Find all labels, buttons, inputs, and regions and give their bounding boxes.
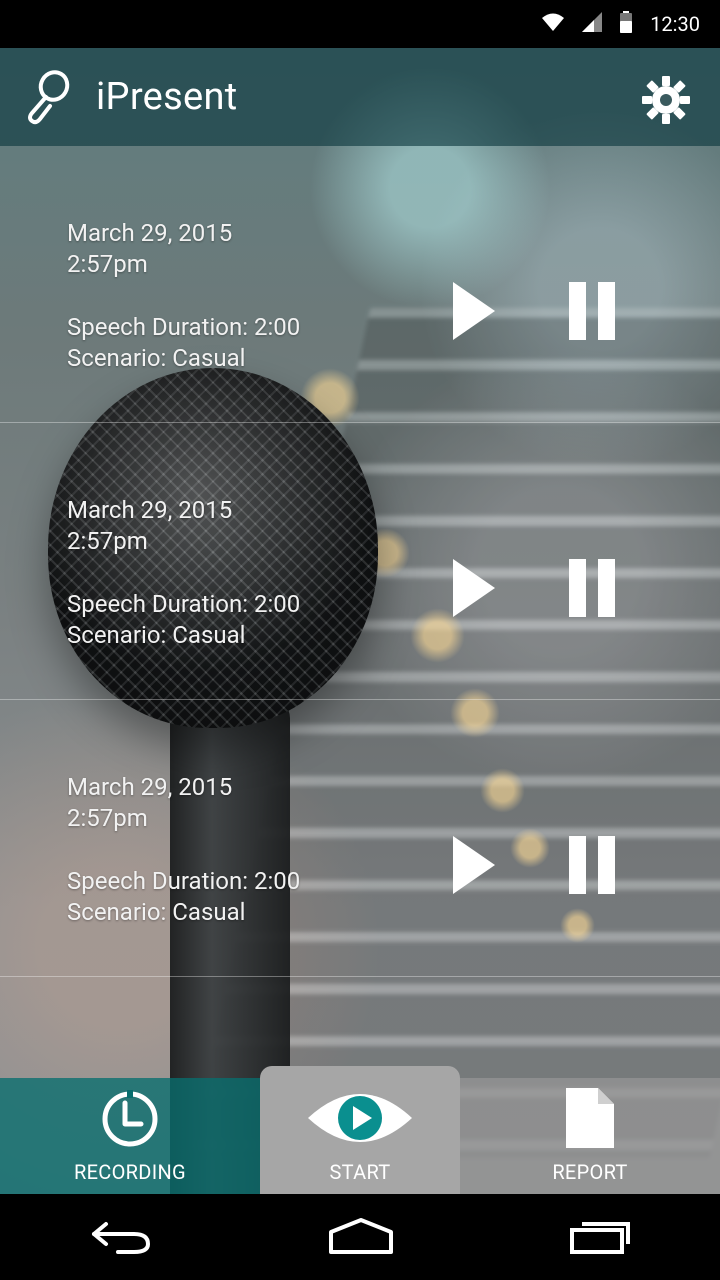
- recording-time: 2:57pm: [67, 250, 148, 278]
- tab-report-label: REPORT: [552, 1160, 628, 1184]
- recording-date: March 29, 2015: [67, 219, 233, 247]
- recording-item[interactable]: March 29, 2015 2:57pm Speech Duration: 2…: [0, 423, 720, 700]
- system-nav-bar: [0, 1194, 720, 1280]
- signal-icon: [582, 12, 603, 36]
- play-icon[interactable]: [453, 559, 495, 617]
- recording-date: March 29, 2015: [67, 773, 233, 801]
- app-title: iPresent: [96, 75, 238, 119]
- recording-details: March 29, 2015 2:57pm Speech Duration: 2…: [67, 772, 300, 928]
- pause-icon[interactable]: [569, 559, 615, 617]
- clock-icon: [101, 1090, 159, 1152]
- recording-duration: Speech Duration: 2:00: [67, 590, 301, 618]
- recording-details: March 29, 2015 2:57pm Speech Duration: 2…: [67, 218, 300, 374]
- eye-play-icon: [306, 1088, 414, 1152]
- battery-icon: [620, 11, 633, 37]
- recording-time: 2:57pm: [67, 527, 148, 555]
- pause-icon[interactable]: [569, 836, 615, 894]
- recording-item[interactable]: March 29, 2015 2:57pm Speech Duration: 2…: [0, 700, 720, 977]
- recent-apps-icon[interactable]: [568, 1216, 632, 1260]
- recording-duration: Speech Duration: 2:00: [67, 313, 301, 341]
- tab-start[interactable]: START: [260, 1066, 460, 1194]
- play-icon[interactable]: [453, 282, 495, 340]
- back-icon[interactable]: [90, 1216, 152, 1260]
- status-bar: 12:30: [0, 0, 720, 48]
- settings-gear-icon[interactable]: [642, 76, 690, 124]
- tab-recording-label: RECORDING: [74, 1160, 186, 1184]
- tab-recording[interactable]: RECORDING: [0, 1078, 260, 1194]
- recording-details: March 29, 2015 2:57pm Speech Duration: 2…: [67, 495, 300, 651]
- recording-scenario: Scenario: Casual: [67, 898, 246, 926]
- wifi-icon: [542, 13, 565, 35]
- microphone-logo-icon: [24, 68, 72, 126]
- recording-item[interactable]: March 29, 2015 2:57pm Speech Duration: 2…: [0, 146, 720, 423]
- recording-duration: Speech Duration: 2:00: [67, 867, 301, 895]
- recording-scenario: Scenario: Casual: [67, 344, 246, 372]
- recording-time: 2:57pm: [67, 804, 148, 832]
- recordings-list: March 29, 2015 2:57pm Speech Duration: 2…: [0, 146, 720, 977]
- play-icon[interactable]: [453, 836, 495, 894]
- bottom-tab-bar: RECORDING START REPORT: [0, 1066, 720, 1194]
- pause-icon[interactable]: [569, 282, 615, 340]
- document-icon: [566, 1088, 614, 1152]
- tab-start-label: START: [329, 1160, 391, 1184]
- recording-date: March 29, 2015: [67, 496, 233, 524]
- status-time: 12:30: [650, 12, 700, 36]
- recording-scenario: Scenario: Casual: [67, 621, 246, 649]
- tab-report[interactable]: REPORT: [460, 1078, 720, 1194]
- app-bar: iPresent: [0, 48, 720, 146]
- home-icon[interactable]: [328, 1216, 394, 1260]
